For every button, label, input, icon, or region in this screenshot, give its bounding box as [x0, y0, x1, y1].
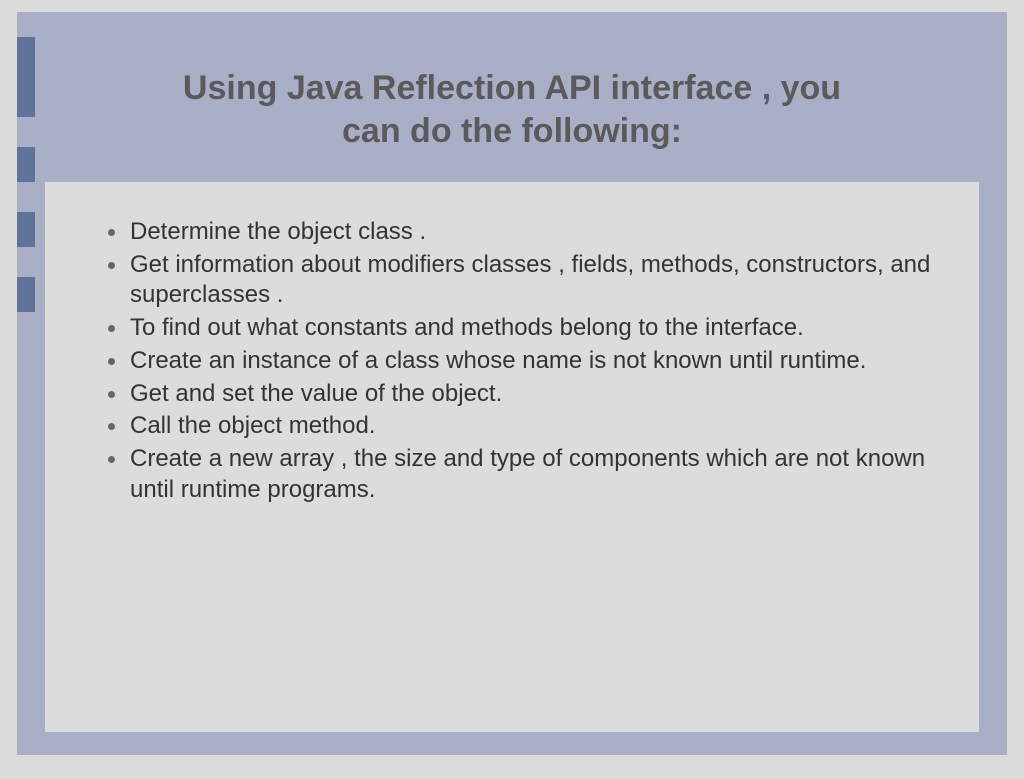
title-line-1: Using Java Reflection API interface , yo… [183, 69, 841, 107]
title-line-2: can do the following: [342, 112, 682, 150]
content-area: Determine the object class . Get informa… [45, 182, 979, 732]
list-item: Get information about modifiers classes … [108, 250, 944, 311]
list-item: Create a new array , the size and type o… [108, 444, 944, 505]
list-item: Call the object method. [108, 411, 944, 442]
list-item: To find out what constants and methods b… [108, 313, 944, 344]
side-bar-segment [17, 147, 35, 182]
list-item: Get and set the value of the object. [108, 379, 944, 410]
list-item: Determine the object class . [108, 217, 944, 248]
side-bar-segment [17, 212, 35, 247]
bullet-list: Determine the object class . Get informa… [80, 217, 944, 505]
slide-title: Using Java Reflection API interface , yo… [77, 67, 947, 152]
side-bar-segment [17, 37, 35, 117]
side-bar-segment [17, 277, 35, 312]
slide-container: Using Java Reflection API interface , yo… [17, 12, 1007, 755]
list-item: Create an instance of a class whose name… [108, 346, 944, 377]
decorative-side-bars [17, 12, 42, 755]
title-area: Using Java Reflection API interface , yo… [17, 12, 1007, 182]
